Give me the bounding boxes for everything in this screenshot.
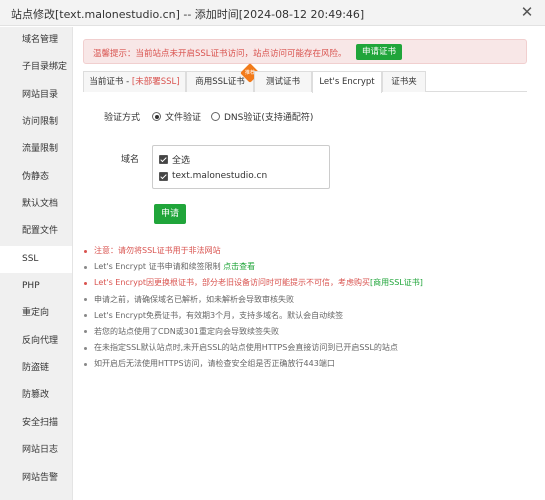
- sidebar-item-site-log[interactable]: 网站日志: [0, 437, 72, 464]
- note-item: 若您的站点使用了CDN或301重定向会导致续签失败: [83, 324, 533, 340]
- note-text: Let's Encrypt因更换根证书，部分老旧设备访问时可能提示不可信，考虑购…: [94, 278, 371, 288]
- sidebar-item-tamper-proof[interactable]: 防篡改: [0, 382, 72, 409]
- dialog-titlebar: 站点修改[text.malonestudio.cn] -- 添加时间[2024-…: [0, 0, 545, 26]
- tab-lets-encrypt-label: Let's Encrypt: [319, 77, 375, 87]
- sidebar-item-default-doc[interactable]: 默认文档: [0, 191, 72, 218]
- select-all-label: 全选: [172, 156, 191, 166]
- sidebar-item-php[interactable]: PHP: [0, 273, 72, 300]
- note-item: Let's Encrypt 证书申请和续签限制 点击查看: [83, 259, 533, 275]
- note-item: 在未指定SSL默认站点时,未开启SSL的站点使用HTTPS会直接访问到已开启SS…: [83, 340, 533, 356]
- sidebar-item-security-scan[interactable]: 安全扫描: [0, 410, 72, 437]
- tab-cert-folder-label: 证书夹: [391, 77, 417, 87]
- note-item: Let's Encrypt因更换根证书，部分老旧设备访问时可能提示不可信，考虑购…: [83, 275, 533, 291]
- commercial-ssl-link[interactable]: [商用SSL证书]: [370, 278, 423, 287]
- sidebar-item-subdir[interactable]: 子目录绑定: [0, 54, 72, 81]
- verify-dns-radio[interactable]: DNS验证(支持通配符): [211, 110, 313, 123]
- sidebar-item-site-alert[interactable]: 网站告警: [0, 465, 72, 492]
- tab-commercial-ssl-label: 商用SSL证书: [195, 77, 245, 87]
- sidebar-item-rewrite[interactable]: 伪静态: [0, 164, 72, 191]
- tab-test-cert[interactable]: 测试证书: [254, 71, 312, 92]
- radio-unselected-icon: [211, 112, 220, 121]
- domain-list: 全选 text.malonestudio.cn: [152, 145, 330, 189]
- warning-banner: 温馨提示：当前站点未开启SSL证书访问，站点访问可能存在风险。 申请证书: [83, 39, 527, 64]
- note-item: 申请之前，请确保域名已解析，如未解析会导致审核失败: [83, 292, 533, 308]
- apply-button[interactable]: 申请: [154, 204, 186, 224]
- radio-selected-icon: [152, 112, 161, 121]
- ssl-tabs: 当前证书 - [未部署SSL] 商用SSL证书 推荐 测试证书 Let's En…: [83, 63, 527, 93]
- checkbox-checked-icon: [159, 171, 168, 181]
- note-item: 注意：请勿将SSL证书用于非法网站: [83, 243, 533, 259]
- sidebar-item-config[interactable]: 配置文件: [0, 218, 72, 245]
- verify-dns-label: DNS验证(支持通配符): [224, 113, 314, 123]
- sidebar-item-ssl[interactable]: SSL: [0, 245, 72, 274]
- sidebar: 域名管理 子目录绑定 网站目录 访问限制 流量限制 伪静态 默认文档 配置文件 …: [0, 27, 73, 500]
- checkbox-checked-icon: [159, 155, 168, 164]
- sidebar-item-reverse-proxy[interactable]: 反向代理: [0, 328, 72, 355]
- sidebar-item-traffic-limit[interactable]: 流量限制: [0, 136, 72, 163]
- sidebar-item-access-limit[interactable]: 访问限制: [0, 109, 72, 136]
- verify-file-radio[interactable]: 文件验证: [152, 110, 201, 123]
- tab-current-cert[interactable]: 当前证书 - [未部署SSL]: [83, 71, 186, 92]
- select-all-checkbox[interactable]: 全选: [159, 153, 190, 166]
- warning-text: 温馨提示：当前站点未开启SSL证书访问，站点访问可能存在风险。: [93, 49, 347, 59]
- sidebar-item-hotlink[interactable]: 防盗链: [0, 355, 72, 382]
- tab-current-cert-label: 当前证书 -: [89, 77, 132, 87]
- sidebar-item-redirect[interactable]: 重定向: [0, 300, 72, 327]
- tab-commercial-ssl[interactable]: 商用SSL证书 推荐: [186, 63, 260, 92]
- sidebar-item-domain[interactable]: 域名管理: [0, 27, 72, 54]
- domain-checkbox-label: text.malonestudio.cn: [172, 171, 268, 181]
- sidebar-item-site-dir[interactable]: 网站目录: [0, 82, 72, 109]
- tab-lets-encrypt[interactable]: Let's Encrypt: [312, 71, 382, 93]
- note-item: Let's Encrypt免费证书，有效期3个月，支持多域名。默认会自动续签: [83, 308, 533, 324]
- note-item: 如开启后无法使用HTTPS访问，请检查安全组是否正确放行443端口: [83, 356, 533, 372]
- note-text: Let's Encrypt 证书申请和续签限制: [94, 262, 224, 272]
- close-icon[interactable]: ✕: [519, 4, 535, 20]
- tab-test-cert-label: 测试证书: [265, 77, 300, 87]
- dialog-title: 站点修改[text.malonestudio.cn] -- 添加时间[2024-…: [11, 8, 365, 21]
- notes-list: 注意：请勿将SSL证书用于非法网站 Let's Encrypt 证书申请和续签限…: [83, 243, 533, 373]
- apply-cert-button[interactable]: 申请证书: [356, 44, 403, 60]
- tab-current-cert-status: [未部署SSL]: [131, 77, 180, 87]
- tab-cert-folder[interactable]: 证书夹: [382, 71, 426, 92]
- verify-file-label: 文件验证: [165, 113, 202, 123]
- view-limits-link[interactable]: 点击查看: [223, 262, 255, 271]
- ssl-panel: 温馨提示：当前站点未开启SSL证书访问，站点访问可能存在风险。 申请证书 当前证…: [73, 27, 545, 500]
- domain-checkbox[interactable]: text.malonestudio.cn: [159, 171, 267, 181]
- verify-method-label: 验证方式: [104, 113, 141, 123]
- domain-label: 域名: [121, 155, 140, 165]
